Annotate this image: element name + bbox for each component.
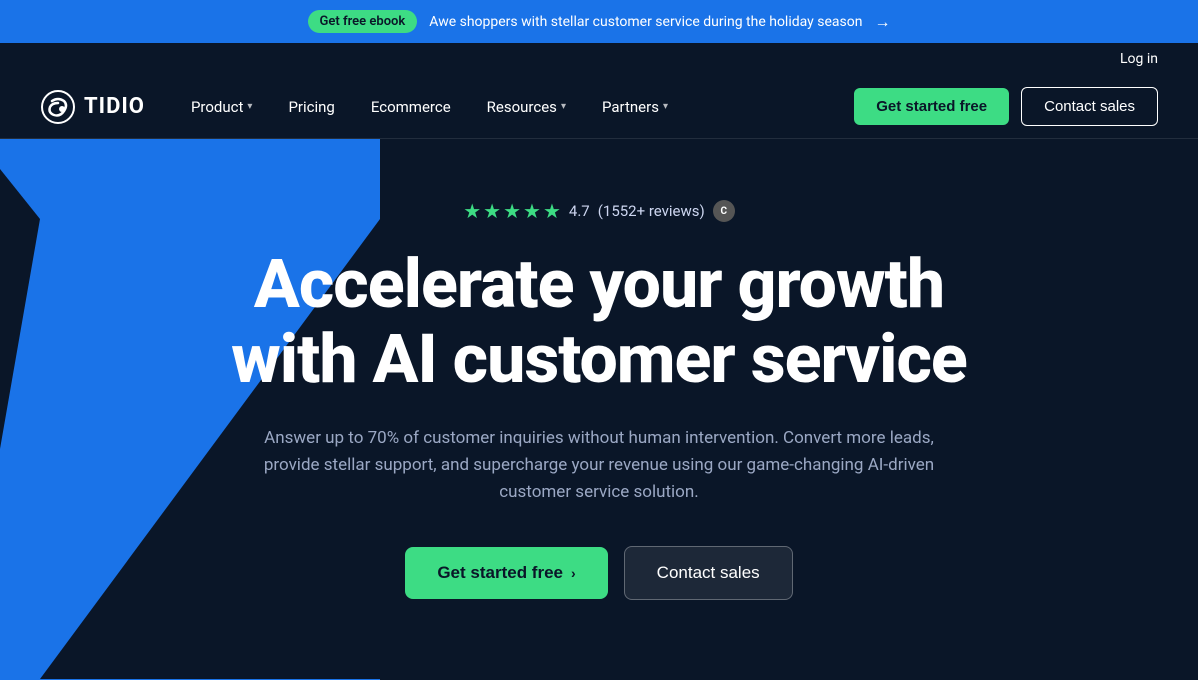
rating-reviews: (1552+ reviews) — [598, 202, 705, 220]
logo-icon — [40, 89, 76, 125]
login-bar: Log in — [0, 43, 1198, 75]
nav-resources[interactable]: Resources ▾ — [471, 90, 582, 124]
capterra-icon: C — [713, 200, 735, 222]
banner-arrow: → — [874, 12, 890, 32]
star-2: ★ — [483, 199, 501, 223]
hero-title-line2: with AI customer service — [231, 319, 967, 399]
nav-partners[interactable]: Partners ▾ — [586, 90, 684, 124]
hero-actions: Get started free › Contact sales — [231, 546, 967, 600]
partners-chevron-icon: ▾ — [663, 101, 668, 112]
hero-content: ★ ★ ★ ★ ★ 4.7 (1552+ reviews) C Accelera… — [231, 199, 967, 600]
top-banner: Get free ebook Awe shoppers with stellar… — [0, 0, 1198, 43]
navbar: TIDIO Product ▾ Pricing Ecommerce Resour… — [0, 75, 1198, 139]
hero-title: Accelerate your growth with AI customer … — [231, 247, 967, 397]
nav-contact-sales-button[interactable]: Contact sales — [1021, 87, 1158, 126]
rating-value: 4.7 — [569, 202, 590, 220]
nav-product[interactable]: Product ▾ — [175, 90, 268, 124]
star-3: ★ — [503, 199, 521, 223]
star-1: ★ — [463, 199, 481, 223]
hero-title-line1: Accelerate your growth — [254, 244, 944, 324]
logo[interactable]: TIDIO — [40, 89, 145, 125]
nav-get-started-button[interactable]: Get started free — [854, 88, 1009, 125]
ebook-badge[interactable]: Get free ebook — [308, 10, 418, 33]
star-4: ★ — [523, 199, 541, 223]
hero-get-started-button[interactable]: Get started free › — [405, 547, 607, 599]
nav-ecommerce[interactable]: Ecommerce — [355, 90, 467, 124]
hero-section: ★ ★ ★ ★ ★ 4.7 (1552+ reviews) C Accelera… — [0, 139, 1198, 680]
login-link[interactable]: Log in — [1120, 51, 1158, 67]
star-5: ★ — [543, 199, 561, 223]
product-chevron-icon: ▾ — [247, 101, 252, 112]
hero-subtitle: Answer up to 70% of customer inquiries w… — [259, 425, 939, 507]
nav-actions: Get started free Contact sales — [854, 87, 1158, 126]
hero-contact-sales-button[interactable]: Contact sales — [624, 546, 793, 600]
rating-row: ★ ★ ★ ★ ★ 4.7 (1552+ reviews) C — [231, 199, 967, 223]
banner-message: Awe shoppers with stellar customer servi… — [429, 14, 862, 30]
arrow-icon: › — [571, 565, 576, 581]
nav-items: Product ▾ Pricing Ecommerce Resources ▾ … — [175, 90, 854, 124]
nav-pricing[interactable]: Pricing — [272, 90, 350, 124]
resources-chevron-icon: ▾ — [561, 101, 566, 112]
stars: ★ ★ ★ ★ ★ — [463, 199, 561, 223]
logo-text: TIDIO — [84, 94, 145, 119]
